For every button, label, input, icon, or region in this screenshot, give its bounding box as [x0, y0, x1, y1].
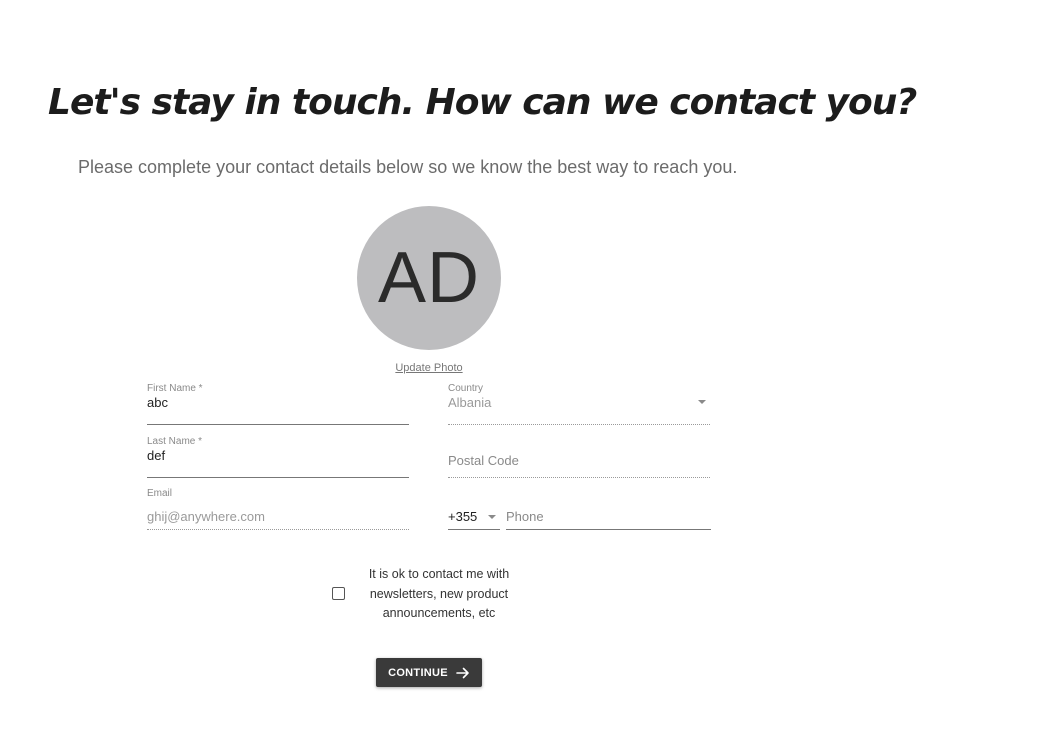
- postal-code-field[interactable]: Postal Code: [448, 436, 710, 478]
- email-field[interactable]: Email ghij@anywhere.com: [147, 488, 409, 530]
- last-name-input[interactable]: def: [147, 448, 165, 463]
- arrow-right-icon: [456, 667, 469, 678]
- postal-code-underline: [448, 477, 710, 478]
- page-subtitle: Please complete your contact details bel…: [78, 157, 738, 177]
- email-underline: [147, 529, 409, 530]
- phone-field[interactable]: Phone: [506, 488, 711, 530]
- avatar-initials: AD: [377, 238, 481, 318]
- first-name-field[interactable]: First Name * abc: [147, 383, 409, 425]
- last-name-label: Last Name *: [147, 436, 203, 447]
- update-photo-link[interactable]: Update Photo: [329, 362, 529, 374]
- chevron-down-icon[interactable]: [488, 515, 496, 519]
- phone-underline: [506, 529, 711, 530]
- email-input[interactable]: ghij@anywhere.com: [147, 509, 265, 524]
- avatar: AD: [357, 206, 501, 350]
- page-title: Let's stay in touch. How can we contact …: [48, 82, 917, 123]
- last-name-underline: [147, 477, 409, 478]
- continue-button[interactable]: CONTINUE: [376, 658, 482, 687]
- contact-details-page: Let's stay in touch. How can we contact …: [0, 0, 1037, 756]
- phone-code-underline: [448, 529, 500, 530]
- country-select[interactable]: Country Albania: [448, 383, 710, 425]
- first-name-input[interactable]: abc: [147, 395, 168, 410]
- postal-code-input[interactable]: Postal Code: [448, 453, 519, 468]
- first-name-label: First Name *: [147, 383, 203, 394]
- newsletter-consent-checkbox[interactable]: [332, 587, 345, 600]
- first-name-underline: [147, 424, 409, 425]
- email-label: Email: [147, 488, 173, 499]
- phone-country-code-select[interactable]: +355: [448, 488, 500, 530]
- phone-input[interactable]: Phone: [506, 509, 544, 524]
- chevron-down-icon[interactable]: [698, 400, 706, 404]
- newsletter-consent-label[interactable]: It is ok to contact me with newsletters,…: [352, 565, 526, 624]
- continue-button-label: CONTINUE: [388, 666, 448, 679]
- phone-country-code-value[interactable]: +355: [448, 509, 477, 524]
- country-value[interactable]: Albania: [448, 395, 491, 410]
- country-underline: [448, 424, 710, 425]
- last-name-field[interactable]: Last Name * def: [147, 436, 409, 478]
- country-label: Country: [448, 383, 484, 394]
